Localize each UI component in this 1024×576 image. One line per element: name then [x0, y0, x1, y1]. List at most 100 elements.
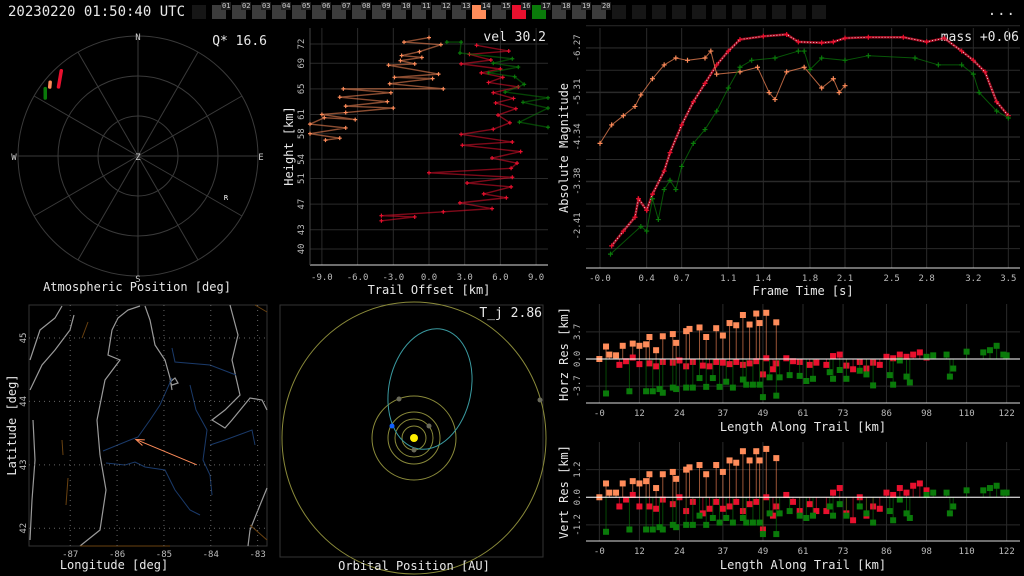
- lat-tick-label: 42: [19, 523, 29, 534]
- residual-point-station-17: [963, 348, 970, 355]
- residual-point-station-16: [746, 360, 753, 367]
- residual-point-station-14: [713, 462, 720, 469]
- residual-point-station-17: [980, 349, 987, 356]
- data-point: [353, 117, 358, 122]
- residual-point-station-14: [763, 309, 770, 316]
- residual-point-station-17: [906, 514, 913, 521]
- residual-point-station-16: [733, 498, 740, 505]
- trail-ylabel: Height [km]: [282, 106, 296, 185]
- residual-point-station-16: [813, 359, 820, 366]
- data-point: [491, 90, 496, 95]
- residual-point-station-16: [806, 501, 813, 508]
- track-station-16: [56, 69, 64, 89]
- hres-xlabel: Length Along Trail [km]: [720, 420, 886, 434]
- residual-point-station-17: [739, 376, 746, 383]
- residual-point-station-17: [803, 514, 810, 521]
- x-tick-label: 2.1: [837, 274, 853, 284]
- residual-point-station-17: [756, 381, 763, 388]
- residual-point-station-14: [659, 333, 666, 340]
- residual-point-station-17: [659, 389, 666, 396]
- residual-point-station-16: [876, 505, 883, 512]
- data-point: [337, 136, 342, 141]
- x-tick-label: 98: [921, 409, 932, 419]
- residual-point-station-14: [719, 332, 726, 339]
- data-point: [486, 80, 491, 85]
- y-tick-label: 3.7: [573, 324, 583, 340]
- residual-point-station-16: [653, 363, 660, 370]
- residual-point-station-14: [703, 334, 710, 340]
- residual-point-station-16: [699, 362, 706, 369]
- residual-point-station-16: [883, 489, 890, 496]
- compass-n: N: [135, 33, 140, 43]
- residual-point-station-16: [676, 357, 683, 364]
- residual-point-station-14: [753, 310, 760, 317]
- x-tick-label: 110: [958, 409, 974, 419]
- x-tick-label: 3.0: [457, 273, 473, 283]
- residual-point-station-17: [863, 510, 870, 517]
- data-point: [924, 39, 930, 45]
- data-point: [460, 143, 465, 148]
- x-tick-label: 86: [881, 409, 892, 419]
- residual-point-station-17: [723, 378, 730, 385]
- planet-marker: [426, 423, 432, 429]
- x-tick-label: 110: [958, 547, 974, 557]
- y-tick-label: 69: [297, 58, 307, 69]
- residual-point-station-14: [733, 459, 740, 466]
- residual-point-station-17: [776, 510, 783, 517]
- residual-point-station-14: [643, 341, 650, 348]
- residual-point-station-16: [830, 489, 837, 496]
- polar-spoke: [137, 155, 199, 261]
- x-tick-label: 49: [758, 547, 769, 557]
- residual-point-station-14: [619, 480, 626, 487]
- data-point: [438, 42, 443, 47]
- residual-point-station-17: [643, 388, 650, 395]
- lon-tick-label: -87: [62, 550, 78, 560]
- lat-tick-label: 43: [19, 459, 29, 470]
- polar-spoke: [137, 95, 243, 157]
- residual-point-station-17: [796, 512, 803, 519]
- y-tick-label: 65: [297, 83, 307, 94]
- data-point: [436, 72, 441, 77]
- residual-point-station-14: [746, 457, 753, 464]
- orbit-xlabel: Orbital Position [AU]: [338, 559, 490, 573]
- residual-point-station-17: [786, 508, 793, 515]
- data-point: [412, 214, 417, 219]
- planet-marker: [396, 396, 402, 402]
- lightcurve-ylabel: Absolute Magnitude: [557, 83, 571, 213]
- data-point: [402, 40, 407, 45]
- residual-point-station-16: [836, 485, 843, 492]
- residual-point-station-16: [719, 505, 726, 512]
- residual-point-station-14: [613, 489, 620, 496]
- data-point: [457, 50, 462, 55]
- data-point: [772, 55, 778, 61]
- y-tick-label: -3.7: [573, 375, 583, 397]
- residual-point-station-17: [603, 390, 610, 397]
- residual-point-station-17: [890, 517, 897, 524]
- residual-point-station-17: [1003, 489, 1010, 496]
- compass-w: W: [11, 153, 17, 163]
- earth-marker: [389, 423, 395, 429]
- data-point: [819, 40, 825, 46]
- lat-tick-label: 44: [19, 396, 29, 407]
- residual-point-station-17: [886, 508, 893, 515]
- residual-point-station-17: [729, 384, 736, 391]
- data-point: [419, 55, 424, 60]
- data-point: [379, 213, 384, 218]
- residual-point-station-16: [646, 360, 653, 367]
- residual-point-station-17: [766, 374, 773, 381]
- planet-marker: [411, 447, 417, 453]
- data-point: [935, 62, 941, 68]
- x-tick-label: 0.0: [421, 273, 437, 283]
- data-point: [323, 138, 328, 143]
- residual-point-station-14: [739, 312, 746, 318]
- residual-point-station-17: [950, 365, 957, 372]
- residual-point-station-17: [756, 519, 763, 526]
- residual-point-station-17: [836, 367, 843, 373]
- residual-point-station-16: [783, 355, 790, 362]
- tisserand-annotation: T_j 2.86: [479, 306, 542, 321]
- residual-point-station-17: [773, 531, 780, 538]
- x-tick-label: 98: [921, 547, 932, 557]
- residual-point-station-17: [830, 512, 837, 519]
- lon-tick-label: -85: [156, 550, 172, 560]
- y-tick-label: 0.0: [573, 351, 583, 367]
